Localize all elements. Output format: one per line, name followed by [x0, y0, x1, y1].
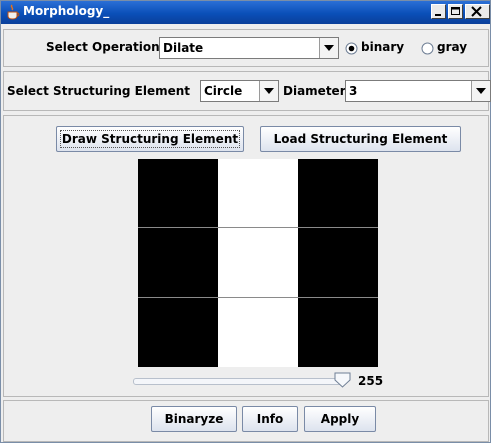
binaryze-button-label: Binaryze — [164, 412, 224, 426]
load-structuring-element-button[interactable]: Load Structuring Element — [260, 126, 461, 152]
radio-binary-label: binary — [361, 40, 405, 54]
apply-button[interactable]: Apply — [304, 406, 376, 432]
threshold-value: 255 — [358, 374, 384, 388]
grid-cell[interactable] — [218, 228, 298, 298]
close-button[interactable] — [465, 4, 490, 19]
minimize-icon — [435, 14, 441, 16]
title-bar[interactable]: Morphology_ — [1, 1, 490, 24]
select-structuring-label: Select Structuring Element — [7, 84, 191, 98]
grid-cell[interactable] — [298, 159, 378, 229]
apply-button-label: Apply — [320, 412, 360, 426]
chevron-down-icon — [264, 88, 274, 94]
grid-cell[interactable] — [298, 228, 378, 298]
diameter-select[interactable]: 3 — [345, 80, 491, 102]
diameter-label: Diameter — [283, 84, 346, 98]
radio-unchecked-icon — [421, 42, 434, 55]
load-button-label: Load Structuring Element — [273, 132, 448, 146]
grid-cell[interactable] — [138, 297, 218, 367]
info-button-label: Info — [256, 412, 284, 426]
grid-cell[interactable] — [218, 159, 298, 229]
grid-cell[interactable] — [218, 297, 298, 367]
chevron-down-icon — [476, 88, 486, 94]
shape-select[interactable]: Circle — [200, 80, 279, 102]
minimize-button[interactable] — [431, 4, 446, 19]
maximize-icon — [451, 7, 460, 15]
threshold-slider-thumb[interactable] — [334, 372, 352, 391]
operation-dropdown-button[interactable] — [319, 38, 338, 58]
operation-value: Dilate — [163, 41, 204, 55]
grid-cell[interactable] — [138, 228, 218, 298]
close-icon — [471, 6, 482, 17]
structuring-element-canvas[interactable] — [138, 159, 378, 367]
window-title: Morphology_ — [23, 4, 110, 18]
threshold-slider-track[interactable] — [133, 378, 347, 385]
shape-dropdown-button[interactable] — [259, 81, 278, 101]
diameter-value: 3 — [349, 84, 358, 98]
draw-button-label: Draw Structuring Element — [59, 130, 241, 148]
radio-checked-icon — [345, 42, 358, 55]
morphology-window: Morphology_ Select Operation Dilate bina… — [0, 0, 491, 443]
java-cup-icon — [6, 4, 20, 20]
binaryze-button[interactable]: Binaryze — [151, 406, 237, 432]
chevron-down-icon — [324, 45, 334, 51]
operation-select[interactable]: Dilate — [159, 37, 339, 59]
select-operation-label: Select Operation — [46, 40, 160, 54]
grid-cell[interactable] — [298, 297, 378, 367]
radio-gray-label: gray — [437, 40, 468, 54]
draw-structuring-element-button[interactable]: Draw Structuring Element — [56, 126, 244, 152]
structuring-panel: Select Structuring Element Circle Diamet… — [3, 71, 491, 111]
grid-cell[interactable] — [138, 159, 218, 229]
maximize-button[interactable] — [448, 4, 463, 19]
info-button[interactable]: Info — [242, 406, 298, 432]
shape-value: Circle — [204, 84, 243, 98]
operation-panel: Select Operation Dilate binary gray — [3, 29, 489, 67]
diameter-dropdown-button[interactable] — [471, 81, 490, 101]
